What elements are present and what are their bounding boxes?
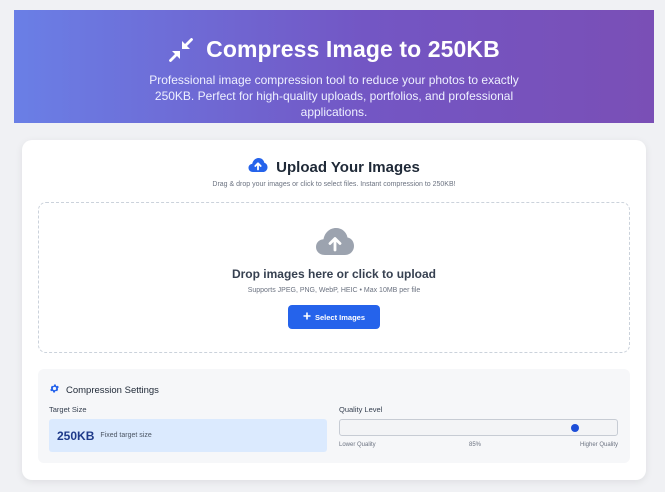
plus-icon bbox=[303, 312, 311, 322]
settings-heading: Compression Settings bbox=[66, 384, 159, 396]
drop-zone[interactable]: Drop images here or click to upload Supp… bbox=[38, 202, 630, 353]
upload-card: Upload Your Images Drag & drop your imag… bbox=[22, 140, 646, 480]
quality-level-label: Quality Level bbox=[339, 405, 383, 414]
target-size-value: 250KB bbox=[57, 428, 95, 443]
upload-heading-row: Upload Your Images bbox=[22, 157, 646, 177]
compression-settings-panel: Compression Settings Target Size 250KB F… bbox=[38, 369, 630, 463]
drop-zone-title: Drop images here or click to upload bbox=[231, 267, 437, 281]
page-title: Compress Image to 250KB bbox=[206, 36, 500, 62]
quality-scale-mid: 85% bbox=[469, 442, 482, 448]
compress-arrows-icon bbox=[168, 37, 194, 63]
select-images-button[interactable]: Select Images bbox=[288, 305, 380, 329]
hero-banner: Compress Image to 250KB Professional ima… bbox=[14, 10, 654, 123]
quality-scale-low: Lower Quality bbox=[339, 442, 376, 448]
target-size-note: Fixed target size bbox=[100, 432, 152, 439]
quality-scale-high: Higher Quality bbox=[579, 442, 618, 448]
select-images-label: Select Images bbox=[314, 312, 366, 322]
gear-icon bbox=[49, 383, 60, 397]
hero-subtitle: Professional image compression tool to r… bbox=[149, 73, 519, 119]
settings-heading-row: Compression Settings bbox=[49, 383, 159, 397]
target-size-label: Target Size bbox=[49, 405, 87, 414]
hero-title-row: Compress Image to 250KB bbox=[14, 36, 654, 63]
supported-formats: Supports JPEG, PNG, WebP, HEIC • Max 10M… bbox=[247, 287, 421, 294]
quality-slider[interactable] bbox=[339, 419, 618, 436]
upload-description: Drag & drop your images or click to sele… bbox=[212, 181, 456, 188]
target-size-box: 250KB Fixed target size bbox=[49, 419, 327, 452]
cloud-upload-icon bbox=[248, 157, 268, 177]
upload-heading: Upload Your Images bbox=[276, 158, 420, 176]
quality-slider-thumb[interactable] bbox=[571, 424, 579, 432]
cloud-upload-icon bbox=[315, 227, 355, 262]
